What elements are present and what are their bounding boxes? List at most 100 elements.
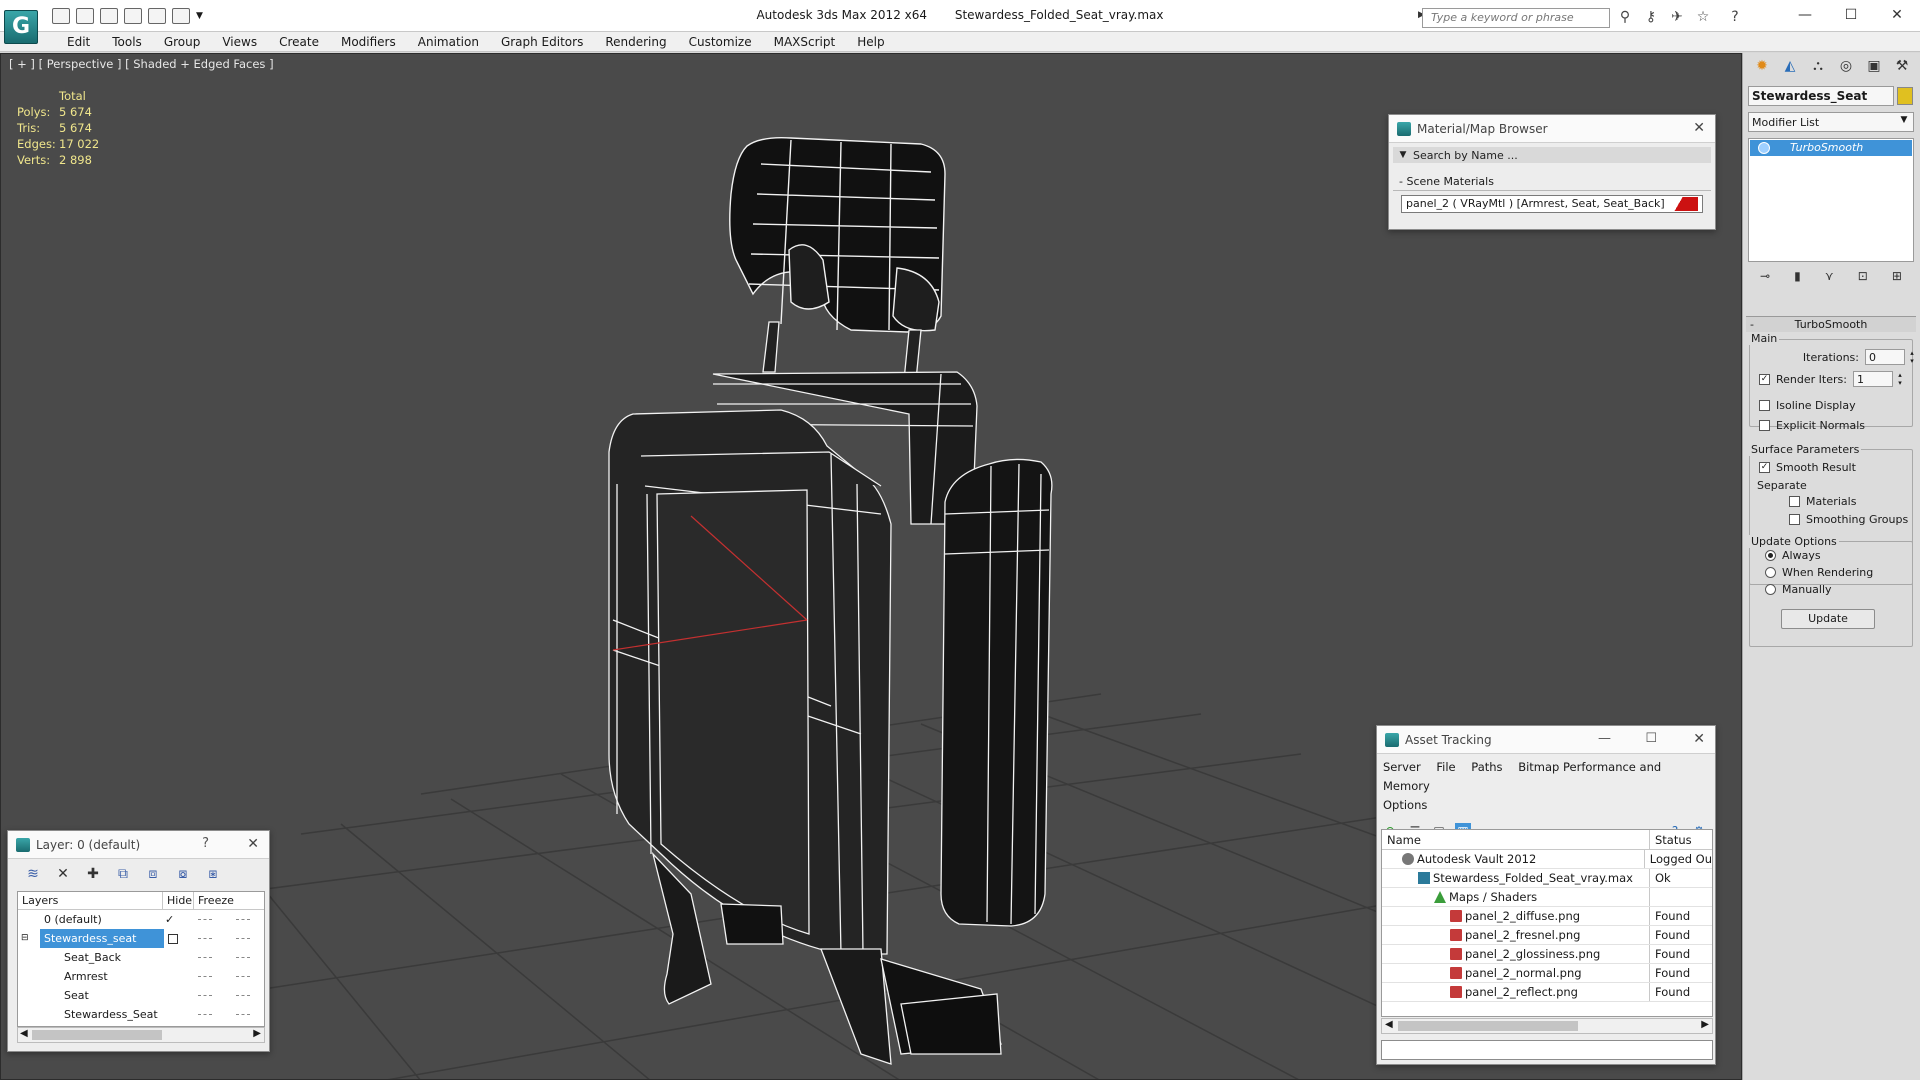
collapse-toggle[interactable]: - bbox=[1750, 317, 1754, 332]
project-folder-icon[interactable] bbox=[172, 8, 190, 24]
chevron-down-icon[interactable]: ▼ bbox=[1897, 115, 1911, 129]
modifier-stack-item[interactable]: TurboSmooth bbox=[1750, 140, 1912, 156]
turbosmooth-rollout-header[interactable]: - TurboSmooth bbox=[1746, 316, 1916, 332]
menu-create[interactable]: Create bbox=[268, 32, 330, 51]
configure-sets-icon[interactable]: ⊞ bbox=[1892, 269, 1902, 283]
hide-toggle[interactable] bbox=[198, 957, 212, 958]
collapse-toggle[interactable]: - bbox=[1399, 175, 1403, 188]
layer-object-row[interactable]: Seat bbox=[18, 986, 264, 1005]
scroll-thumb[interactable] bbox=[32, 1030, 162, 1040]
scroll-thumb[interactable] bbox=[1398, 1021, 1578, 1031]
help-icon[interactable]: ? bbox=[202, 836, 209, 851]
infocenter-search-input[interactable]: Type a keyword or phrase bbox=[1422, 8, 1610, 28]
layer-row[interactable]: ⊟ Stewardess_seat bbox=[18, 929, 264, 948]
layer-object-row[interactable]: Stewardess_Seat bbox=[18, 1005, 264, 1024]
open-file-icon[interactable] bbox=[52, 8, 70, 24]
modify-tab-icon[interactable]: ◭ bbox=[1781, 57, 1799, 75]
render-iters-spinner[interactable]: 1 bbox=[1853, 371, 1904, 387]
asset-row[interactable]: panel_2_diffuse.png Found bbox=[1382, 907, 1712, 926]
column-status[interactable]: Status bbox=[1650, 830, 1697, 849]
freeze-toggle[interactable] bbox=[236, 919, 250, 920]
maximize-icon[interactable]: ☐ bbox=[1645, 731, 1657, 746]
asset-row[interactable]: panel_2_fresnel.png Found bbox=[1382, 926, 1712, 945]
freeze-toggle[interactable] bbox=[236, 976, 250, 977]
close-icon[interactable]: ✕ bbox=[1693, 731, 1705, 747]
chevron-down-icon[interactable]: ▼ bbox=[1393, 150, 1413, 160]
panel-title-bar[interactable]: Material/Map Browser ✕ bbox=[1389, 115, 1715, 143]
maximize-icon[interactable]: ☐ bbox=[1828, 0, 1874, 32]
lightbulb-icon[interactable] bbox=[1758, 142, 1770, 154]
smooth-result-checkbox[interactable]: ✓ bbox=[1759, 462, 1770, 473]
communication-icon[interactable]: ✈ bbox=[1668, 8, 1686, 26]
menu-bitmap-performance[interactable]: Bitmap Performance and Memory bbox=[1383, 760, 1661, 793]
hide-toggle[interactable] bbox=[198, 919, 212, 920]
column-freeze[interactable]: Freeze bbox=[194, 892, 238, 909]
chevron-down-icon[interactable]: ▼ bbox=[196, 8, 206, 24]
menu-tools[interactable]: Tools bbox=[101, 32, 153, 51]
close-icon[interactable]: ✕ bbox=[247, 836, 259, 852]
explicit-normals-row[interactable]: Explicit Normals bbox=[1759, 419, 1865, 432]
save-file-icon[interactable] bbox=[76, 8, 94, 24]
minimize-icon[interactable]: — bbox=[1782, 0, 1828, 32]
utilities-tab-icon[interactable]: ⚒ bbox=[1893, 57, 1911, 75]
always-row[interactable]: Always bbox=[1765, 549, 1821, 562]
layer-row[interactable]: 0 (default) ✓ bbox=[18, 910, 264, 929]
menu-server[interactable]: Server bbox=[1383, 760, 1421, 774]
display-tab-icon[interactable]: ▣ bbox=[1865, 57, 1883, 75]
horizontal-scrollbar[interactable]: ◀ ▶ bbox=[1381, 1018, 1713, 1034]
isoline-display-checkbox[interactable] bbox=[1759, 400, 1770, 411]
manually-row[interactable]: Manually bbox=[1765, 583, 1832, 596]
expand-icon[interactable]: ⊟ bbox=[21, 929, 29, 948]
manually-radio[interactable] bbox=[1765, 584, 1776, 595]
menu-rendering[interactable]: Rendering bbox=[594, 32, 677, 51]
minimize-icon[interactable]: — bbox=[1598, 731, 1611, 746]
column-hide[interactable]: Hide bbox=[163, 892, 194, 909]
delete-layer-icon[interactable]: ✕ bbox=[54, 865, 72, 883]
redo-icon[interactable] bbox=[148, 8, 166, 24]
asset-path-field[interactable] bbox=[1381, 1040, 1713, 1060]
create-layer-icon[interactable]: ≋ bbox=[24, 865, 42, 883]
always-radio[interactable] bbox=[1765, 550, 1776, 561]
materials-checkbox[interactable] bbox=[1789, 496, 1800, 507]
select-objects-icon[interactable]: ⧉ bbox=[114, 865, 132, 883]
menu-edit[interactable]: Edit bbox=[56, 32, 101, 51]
modifier-list-dropdown[interactable]: Modifier List ▼ bbox=[1748, 112, 1914, 132]
asset-row[interactable]: panel_2_reflect.png Found bbox=[1382, 983, 1712, 1002]
asset-row[interactable]: Maps / Shaders bbox=[1382, 888, 1712, 907]
object-name-field[interactable]: Stewardess_Seat bbox=[1748, 86, 1894, 106]
layer-object-row[interactable]: Armrest bbox=[18, 967, 264, 986]
explicit-normals-checkbox[interactable] bbox=[1759, 420, 1770, 431]
menu-group[interactable]: Group bbox=[153, 32, 212, 51]
asset-row[interactable]: panel_2_glossiness.png Found bbox=[1382, 945, 1712, 964]
hide-toggle[interactable] bbox=[198, 995, 212, 996]
smooth-result-row[interactable]: ✓ Smooth Result bbox=[1759, 461, 1856, 474]
freeze-all-icon[interactable]: ⧆ bbox=[204, 865, 222, 883]
render-iters-checkbox[interactable]: ✓ bbox=[1759, 373, 1770, 385]
material-search-field[interactable]: ▼ Search by Name ... bbox=[1393, 147, 1711, 163]
pin-stack-icon[interactable]: ⊸ bbox=[1760, 269, 1770, 283]
star-icon[interactable]: ☆ bbox=[1694, 8, 1712, 26]
binoculars-icon[interactable]: ⚲ bbox=[1616, 8, 1634, 26]
isoline-display-row[interactable]: Isoline Display bbox=[1759, 399, 1856, 412]
menu-file[interactable]: File bbox=[1436, 760, 1455, 774]
close-icon[interactable]: ✕ bbox=[1693, 120, 1705, 136]
close-icon[interactable]: ✕ bbox=[1874, 0, 1920, 32]
add-to-layer-icon[interactable]: ✚ bbox=[84, 865, 102, 883]
remove-modifier-icon[interactable]: ⊡ bbox=[1858, 269, 1868, 283]
smoothing-groups-row[interactable]: Smoothing Groups bbox=[1789, 513, 1908, 526]
make-unique-icon[interactable]: ⋎ bbox=[1825, 269, 1834, 283]
panel-title-bar[interactable]: Asset Tracking — ☐ ✕ bbox=[1377, 726, 1715, 754]
highlight-layer-icon[interactable]: ⧈ bbox=[144, 865, 162, 883]
application-logo[interactable]: G bbox=[4, 10, 38, 44]
motion-tab-icon[interactable]: ◎ bbox=[1837, 57, 1855, 75]
menu-maxscript[interactable]: MAXScript bbox=[763, 32, 847, 51]
checkmark-icon[interactable]: ✓ bbox=[165, 910, 174, 929]
hide-all-icon[interactable]: ⧇ bbox=[174, 865, 192, 883]
undo-icon[interactable] bbox=[124, 8, 142, 24]
asset-row[interactable]: panel_2_normal.png Found bbox=[1382, 964, 1712, 983]
scroll-right-icon[interactable]: ▶ bbox=[1701, 1019, 1709, 1030]
menu-views[interactable]: Views bbox=[211, 32, 268, 51]
materials-row[interactable]: Materials bbox=[1789, 495, 1856, 508]
panel-title-bar[interactable]: Layer: 0 (default) ? ✕ bbox=[8, 831, 269, 859]
create-tab-icon[interactable]: ✹ bbox=[1753, 57, 1771, 75]
